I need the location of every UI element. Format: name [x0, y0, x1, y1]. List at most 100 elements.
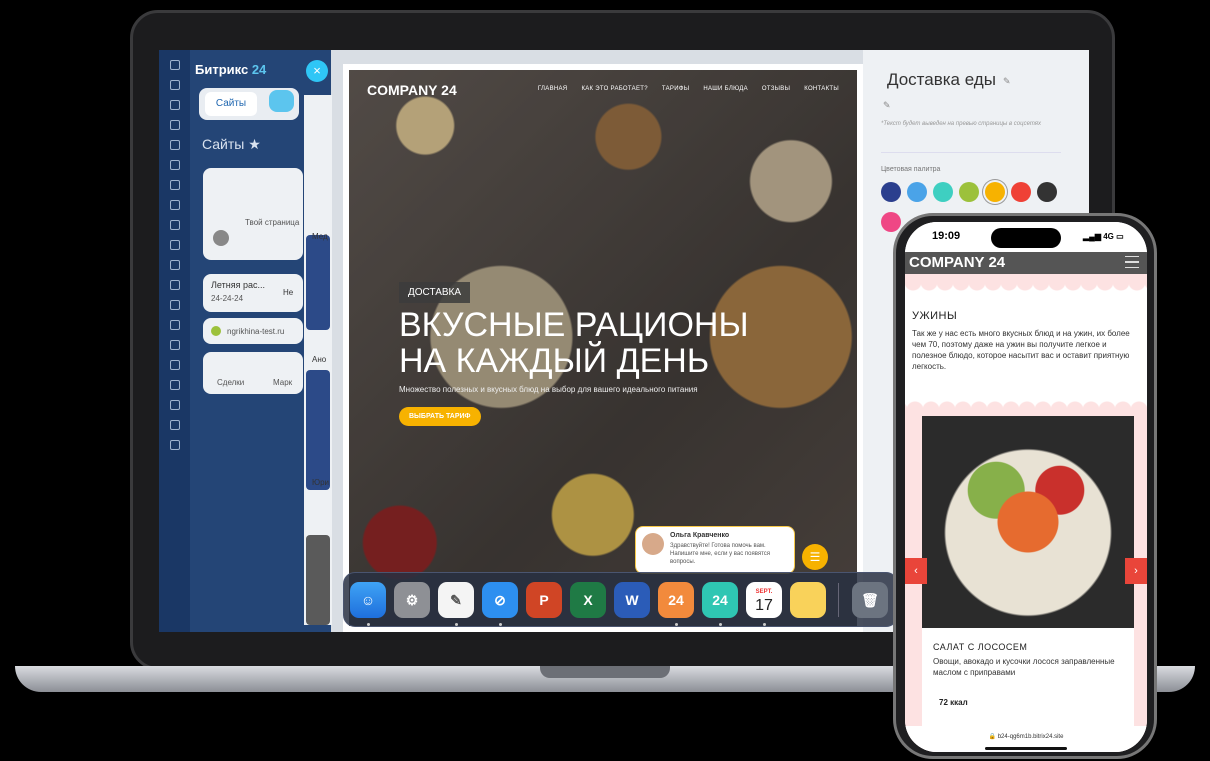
close-button[interactable]: × [306, 60, 328, 82]
mobile-logo[interactable]: COMPANY 24 [909, 254, 1005, 271]
textedit-icon[interactable]: ✎ [438, 582, 474, 618]
hero-subtitle: Множество полезных и вкусных блюд на выб… [399, 385, 698, 394]
inbox-icon[interactable] [169, 140, 180, 150]
deals-card[interactable]: Сделки Марк [203, 352, 303, 394]
strip-label: Юри [312, 478, 329, 487]
slider-next-button[interactable]: › [1125, 558, 1147, 584]
palette-swatch[interactable] [1037, 182, 1057, 202]
template-thumb[interactable] [306, 370, 330, 490]
box-icon[interactable] [169, 360, 180, 370]
settings-icon[interactable] [169, 420, 180, 430]
star-icon[interactable]: ★ [248, 136, 261, 152]
hero-tag: ДОСТАВКА [399, 282, 471, 303]
sitemap-icon[interactable] [169, 400, 180, 410]
calendar-day: 17 [755, 597, 773, 614]
team-icon[interactable] [169, 300, 180, 310]
palette-swatch[interactable] [881, 212, 901, 232]
filter-icon[interactable] [169, 80, 180, 90]
bitrix24-desktop-icon[interactable]: 24 [702, 582, 738, 618]
landing-logo[interactable]: COMPANY 24 [367, 82, 457, 98]
divider [881, 152, 1061, 153]
brand-number: 24 [251, 62, 267, 77]
site-date: 24-24-24 [211, 294, 244, 303]
hero-title-line: НА КАЖДЫЙ ДЕНЬ [399, 342, 710, 380]
notes-icon[interactable] [790, 582, 826, 618]
device-mockup: Битрикс 24 Сайты Сайты ★ Твой страница Л… [0, 0, 1210, 761]
network-label: 4G [1103, 232, 1114, 241]
tab-more[interactable] [269, 90, 294, 112]
nav-reviews[interactable]: ОТЗЫВЫ [762, 86, 790, 92]
nav-how[interactable]: КАК ЭТО РАБОТАЕТ? [581, 86, 647, 92]
deals-label: Сделки [217, 378, 245, 387]
document-icon[interactable] [169, 240, 180, 250]
calendar-icon[interactable] [169, 220, 180, 230]
bitrix-left-menu [159, 50, 190, 632]
hamburger-icon[interactable] [1125, 256, 1139, 268]
dish-title: САЛАТ С ЛОСОСЕМ [933, 642, 1028, 652]
safari-icon[interactable]: ⊘ [482, 582, 518, 618]
home-indicator [985, 747, 1067, 750]
chat-icon[interactable] [169, 200, 180, 210]
sites-heading-text: Сайты [202, 136, 245, 152]
landing-nav: ГЛАВНАЯ КАК ЭТО РАБОТАЕТ? ТАРИФЫ НАШИ БЛ… [538, 86, 839, 92]
site-title[interactable]: Доставка еды [887, 70, 996, 90]
nav-tariffs[interactable]: ТАРИФЫ [662, 86, 689, 92]
system-settings-icon[interactable]: ⚙ [394, 582, 430, 618]
finder-icon[interactable]: ☺ [350, 582, 386, 618]
site-item[interactable]: Летняя рас... 24-24-24 Не [203, 274, 303, 312]
powerpoint-icon[interactable]: P [526, 582, 562, 618]
calendar-icon[interactable]: SEPT. 17 [746, 582, 782, 618]
excel-icon[interactable]: X [570, 582, 606, 618]
trash-icon[interactable]: 🗑 [852, 582, 888, 618]
dock-indicator [763, 623, 766, 626]
dock-indicator [367, 623, 370, 626]
site-name: Летняя рас... [211, 280, 265, 290]
site-card[interactable]: Твой страница [203, 168, 303, 260]
chat-operator-name: Ольга Кравченко [670, 532, 730, 539]
preview-note: *Текст будет выведен на превью страницы … [881, 121, 1041, 127]
robot-icon[interactable] [169, 160, 180, 170]
domain-item[interactable]: ngrikhina-test.ru [203, 318, 303, 344]
chat-button[interactable]: ☰ [802, 544, 828, 570]
dock-indicator [455, 623, 458, 626]
word-icon[interactable]: W [614, 582, 650, 618]
section-text: Так же у нас есть много вкусных блюд и н… [912, 329, 1130, 371]
check-icon[interactable] [169, 380, 180, 390]
drive-icon[interactable] [169, 260, 180, 270]
eye-icon[interactable] [213, 230, 229, 246]
palette-swatch[interactable] [1011, 182, 1031, 202]
edit-icon[interactable]: ✎ [883, 100, 891, 111]
chat-popup[interactable]: Ольга Кравченко Здравствуйте! Готова пом… [635, 526, 795, 574]
palette-swatch[interactable] [881, 182, 901, 202]
macos-dock: ☺ ⚙ ✎ ⊘ P X W 24 24 SEPT. 17 🗑 [343, 572, 898, 627]
dynamic-island [991, 228, 1061, 248]
target-icon[interactable] [169, 100, 180, 110]
slider-prev-button[interactable]: ‹ [905, 558, 927, 584]
domain-text: ngrikhina-test.ru [227, 327, 285, 336]
palette-swatch-selected[interactable] [985, 182, 1005, 202]
nav-dishes[interactable]: НАШИ БЛЮДА [703, 86, 748, 92]
shop-icon[interactable] [169, 340, 180, 350]
dish-card[interactable]: САЛАТ С ЛОСОСЕМ Овощи, авокадо и кусочки… [922, 416, 1134, 726]
palette-swatch[interactable] [907, 182, 927, 202]
plus-icon[interactable] [169, 440, 180, 450]
mail-icon[interactable] [169, 280, 180, 290]
template-thumb[interactable] [306, 235, 330, 330]
strip-label: Ано [312, 355, 327, 364]
menu-icon[interactable] [169, 60, 180, 70]
nav-contacts[interactable]: КОНТАКТЫ [804, 86, 839, 92]
tab-sites[interactable]: Сайты [205, 92, 257, 116]
palette-swatch[interactable] [959, 182, 979, 202]
palette-swatch[interactable] [933, 182, 953, 202]
choose-tariff-button[interactable]: ВЫБРАТЬ ТАРИФ [399, 407, 481, 426]
cart-icon[interactable] [169, 120, 180, 130]
contacts-icon[interactable] [169, 320, 180, 330]
bitrix24-icon[interactable]: 24 [658, 582, 694, 618]
edit-icon[interactable]: ✎ [1003, 76, 1011, 87]
tasks-icon[interactable] [169, 180, 180, 190]
status-time: 19:09 [932, 230, 961, 242]
template-thumb[interactable] [306, 535, 330, 625]
strip-label: Мед [312, 232, 328, 241]
nav-home[interactable]: ГЛАВНАЯ [538, 86, 568, 92]
bitrix-logo[interactable]: Битрикс 24 [195, 62, 266, 77]
